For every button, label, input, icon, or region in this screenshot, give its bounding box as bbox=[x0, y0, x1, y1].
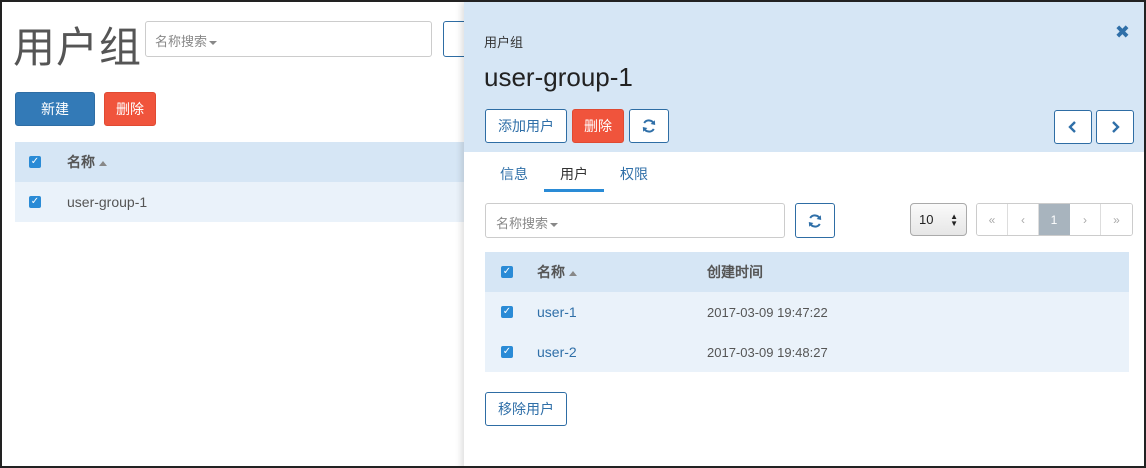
app-window: 用户组 名称搜索 新建 删除 ✓ 名称 ✓ user-group-1 用户组 ✖… bbox=[0, 0, 1146, 468]
delete-button[interactable]: 删除 bbox=[104, 92, 156, 126]
created-time: 2017-03-09 19:47:22 bbox=[707, 304, 828, 320]
row-checkbox[interactable]: ✓ bbox=[29, 196, 41, 208]
tab-users[interactable]: 用户 bbox=[544, 152, 604, 192]
current-page-button[interactable]: 1 bbox=[1039, 204, 1070, 235]
user-group-detail-drawer: 用户组 ✖ user-group-1 添加用户 删除 信息 用户 权限 名称搜索… bbox=[464, 2, 1144, 466]
select-all-checkbox[interactable]: ✓ bbox=[29, 156, 41, 168]
user-name-link[interactable]: user-1 bbox=[529, 304, 707, 320]
sort-asc-icon bbox=[569, 270, 577, 276]
user-group-table: ✓ 名称 ✓ user-group-1 bbox=[15, 142, 464, 222]
caret-down-icon bbox=[550, 222, 559, 227]
new-button[interactable]: 新建 bbox=[15, 92, 95, 126]
user-search-input[interactable]: 名称搜索 bbox=[485, 203, 785, 238]
tab-permissions[interactable]: 权限 bbox=[604, 152, 664, 192]
detail-tabs: 信息 用户 权限 bbox=[484, 152, 664, 192]
row-checkbox[interactable]: ✓ bbox=[501, 346, 513, 358]
prev-page-button[interactable]: ‹ bbox=[1008, 204, 1039, 235]
table-row[interactable]: ✓ user-1 2017-03-09 19:47:22 bbox=[485, 292, 1129, 332]
table-header: ✓ 名称 bbox=[15, 142, 464, 182]
chevron-right-icon bbox=[1112, 121, 1120, 133]
search-input[interactable]: 名称搜索 bbox=[145, 21, 432, 57]
first-page-button[interactable]: « bbox=[977, 204, 1008, 235]
refresh-icon bbox=[808, 213, 822, 228]
delete-group-button[interactable]: 删除 bbox=[572, 109, 624, 143]
breadcrumb: 用户组 bbox=[484, 36, 524, 51]
name-header-label: 名称 bbox=[537, 264, 565, 280]
user-group-list-page: 用户组 名称搜索 新建 删除 ✓ 名称 ✓ user-group-1 bbox=[2, 2, 483, 466]
chevron-left-icon bbox=[1068, 121, 1076, 133]
next-page-button[interactable]: › bbox=[1070, 204, 1101, 235]
drawer-header: 用户组 ✖ user-group-1 添加用户 删除 bbox=[464, 2, 1144, 152]
sort-by-name-header[interactable]: 名称 bbox=[67, 152, 107, 172]
user-name-link[interactable]: user-2 bbox=[529, 344, 707, 360]
table-row[interactable]: ✓ user-group-1 bbox=[15, 182, 464, 222]
created-time: 2017-03-09 19:48:27 bbox=[707, 344, 828, 360]
row-checkbox[interactable]: ✓ bbox=[501, 306, 513, 318]
search-placeholder: 名称搜索 bbox=[155, 34, 208, 49]
name-header-label: 名称 bbox=[67, 154, 95, 170]
select-arrows-icon: ▲ ▼ bbox=[950, 211, 958, 228]
add-user-button[interactable]: 添加用户 bbox=[485, 109, 567, 143]
close-icon[interactable]: ✖ bbox=[1115, 22, 1130, 43]
group-users-table: ✓ 名称 创建时间 ✓ user-1 2017-03-09 19:47:22 ✓… bbox=[485, 252, 1129, 372]
created-time-header[interactable]: 创建时间 bbox=[707, 262, 1129, 282]
table-header: ✓ 名称 创建时间 bbox=[485, 252, 1129, 292]
search-placeholder: 名称搜索 bbox=[496, 216, 549, 231]
page-size-select[interactable]: 10 ▲ ▼ bbox=[910, 203, 967, 236]
sort-by-name-header[interactable]: 名称 bbox=[529, 262, 707, 282]
table-row[interactable]: ✓ user-2 2017-03-09 19:48:27 bbox=[485, 332, 1129, 372]
caret-down-icon bbox=[209, 40, 218, 45]
remove-user-button[interactable]: 移除用户 bbox=[485, 392, 567, 426]
last-page-button[interactable]: » bbox=[1101, 204, 1132, 235]
page-title: 用户组 bbox=[13, 24, 143, 71]
previous-item-button[interactable] bbox=[1054, 110, 1092, 144]
refresh-icon bbox=[642, 119, 656, 133]
page-size-value: 10 bbox=[919, 212, 934, 227]
row-name[interactable]: user-group-1 bbox=[67, 194, 147, 210]
tab-info[interactable]: 信息 bbox=[484, 152, 544, 192]
next-item-button[interactable] bbox=[1096, 110, 1134, 144]
refresh-button[interactable] bbox=[629, 109, 669, 143]
user-refresh-button[interactable] bbox=[795, 203, 835, 238]
sort-asc-icon bbox=[99, 160, 107, 166]
pagination: « ‹ 1 › » bbox=[976, 203, 1133, 236]
select-all-checkbox[interactable]: ✓ bbox=[501, 266, 513, 278]
drawer-title: user-group-1 bbox=[484, 62, 633, 92]
